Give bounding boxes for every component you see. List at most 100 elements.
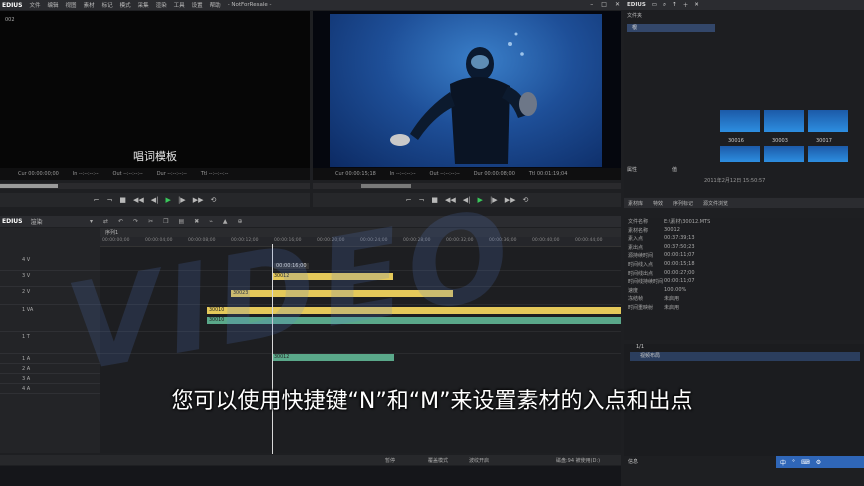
folder-icon[interactable]: ▭: [652, 2, 657, 8]
edius-window: EDIUS 文件 编辑 视图 素材 标记 模式 采集 渲染 工具 设置 帮助 -…: [0, 0, 864, 486]
delete-icon[interactable]: ✕: [694, 2, 699, 8]
step-back-icon[interactable]: ◀|: [463, 196, 471, 204]
recorder-monitor[interactable]: [313, 11, 621, 168]
step-back-icon[interactable]: ◀|: [151, 196, 159, 204]
ruler-tick: 00:00:16;00: [274, 238, 302, 243]
maximize-icon[interactable]: □: [601, 1, 607, 8]
paste-icon[interactable]: ▤: [179, 218, 185, 225]
tab-source-browser[interactable]: 源文件浏览: [703, 200, 728, 207]
keyboard-icon[interactable]: ⌨: [801, 459, 810, 466]
delete-icon[interactable]: ✖: [194, 218, 199, 225]
cut-icon[interactable]: ✂: [148, 218, 153, 225]
menu-tools[interactable]: 工具: [174, 1, 185, 9]
player-monitor[interactable]: 002 唱词模板: [0, 11, 310, 168]
ruler-tick: 00:00:12;00: [231, 238, 259, 243]
stop-icon[interactable]: ■: [431, 196, 438, 204]
clip[interactable]: 30023: [231, 290, 453, 297]
punctuation-icon[interactable]: °: [792, 459, 795, 466]
step-forward-icon[interactable]: |▶: [490, 196, 498, 204]
menu-edit[interactable]: 编辑: [48, 1, 59, 9]
menu-capture[interactable]: 采集: [138, 1, 149, 9]
menu-file[interactable]: 文件: [30, 1, 41, 9]
clip-thumbnail[interactable]: [720, 146, 760, 162]
loop-icon[interactable]: ⟲: [210, 196, 216, 204]
ruler-tick: 00:00:04;00: [145, 238, 173, 243]
app-logo: EDIUS: [627, 2, 646, 8]
timeline-tracks[interactable]: 00:00:16;00 30012 30023 30010 30010 3001…: [100, 247, 621, 453]
track-header-1a[interactable]: 1 A: [0, 354, 100, 364]
redo-icon[interactable]: ↷: [133, 218, 138, 225]
track-header-3v[interactable]: 3 V: [0, 271, 100, 287]
clip[interactable]: 30012: [272, 354, 394, 361]
clip-thumbnail[interactable]: [720, 110, 760, 132]
play-icon[interactable]: ▶: [478, 196, 483, 204]
menu-render[interactable]: 渲染: [156, 1, 167, 9]
track-header-1t[interactable]: 1 T: [0, 332, 100, 354]
tab-effects[interactable]: 特效: [653, 200, 663, 207]
render-menu[interactable]: 渲染: [31, 217, 43, 226]
set-in-icon[interactable]: ⌐: [94, 196, 100, 204]
set-out-icon[interactable]: ¬: [107, 196, 113, 204]
menu-view[interactable]: 视图: [66, 1, 77, 9]
effect-item[interactable]: 视频布局: [630, 352, 860, 361]
playhead[interactable]: [272, 244, 273, 454]
clip-thumbnail[interactable]: [764, 146, 804, 162]
rewind-icon[interactable]: ◀◀: [133, 196, 144, 204]
tab-markers[interactable]: 序列标记: [673, 200, 693, 207]
bin-toolbar: EDIUS ▭ ⌕ ↑ ＋ ✕: [624, 0, 864, 10]
tc-dur: Dur --:--:--:--: [156, 171, 187, 177]
tree-root[interactable]: 根: [627, 24, 715, 32]
prop-row: 源持续时间 00:00:11;07: [628, 252, 695, 260]
app-logo: EDIUS: [2, 218, 23, 225]
track-header-1va[interactable]: 1 VA: [0, 305, 100, 332]
fast-forward-icon[interactable]: ▶▶: [505, 196, 516, 204]
clip-thumbnail[interactable]: [764, 110, 804, 132]
stop-icon[interactable]: ■: [119, 196, 126, 204]
recorder-scrubber[interactable]: [313, 183, 621, 189]
prop-row: 素出点 00:37:50;23: [628, 243, 695, 251]
ime-indicator[interactable]: 中: [780, 458, 786, 467]
ripple-icon[interactable]: ⇄: [103, 218, 108, 225]
set-out-icon[interactable]: ¬: [419, 196, 425, 204]
step-forward-icon[interactable]: |▶: [178, 196, 186, 204]
clip[interactable]: 30010: [207, 317, 621, 324]
menu-mode[interactable]: 模式: [120, 1, 131, 9]
play-icon[interactable]: ▶: [166, 196, 171, 204]
player-scrubber[interactable]: [0, 183, 310, 189]
ruler-tick: 00:00:40;00: [532, 238, 560, 243]
clip[interactable]: 30010: [207, 307, 621, 314]
clip-thumbnail[interactable]: [808, 146, 848, 162]
thumb-label: 30016: [728, 138, 744, 144]
zoom-icon[interactable]: ⊕: [237, 218, 242, 225]
rewind-icon[interactable]: ◀◀: [445, 196, 456, 204]
clip[interactable]: 30012: [272, 273, 393, 280]
menu-help[interactable]: 帮助: [210, 1, 221, 9]
menu-marker[interactable]: 标记: [102, 1, 113, 9]
undo-icon[interactable]: ↶: [118, 218, 123, 225]
track-header-4v[interactable]: 4 V: [0, 255, 100, 271]
timeline-ruler[interactable]: 00:00:00;00 00:00:04;00 00:00:08;00 00:0…: [100, 237, 621, 247]
marker-icon[interactable]: ▲: [223, 218, 228, 225]
clip-thumbnail[interactable]: [808, 110, 848, 132]
fast-forward-icon[interactable]: ▶▶: [193, 196, 204, 204]
select-icon[interactable]: ▾: [90, 218, 93, 225]
tc-in: In --:--:--:--: [389, 171, 416, 177]
tc-cur: Cur 00:00:15;18: [335, 171, 376, 177]
snap-icon[interactable]: ⌁: [209, 218, 213, 225]
up-icon[interactable]: ↑: [672, 2, 677, 8]
track-header-2a[interactable]: 2 A: [0, 364, 100, 374]
loop-icon[interactable]: ⟲: [522, 196, 528, 204]
copy-icon[interactable]: ❐: [163, 218, 168, 225]
settings-icon[interactable]: ⚙: [816, 459, 821, 466]
menu-clip[interactable]: 素材: [84, 1, 95, 9]
close-icon[interactable]: ✕: [615, 1, 620, 8]
minimize-icon[interactable]: –: [590, 1, 593, 8]
search-icon[interactable]: ⌕: [663, 2, 666, 9]
menu-settings[interactable]: 设置: [192, 1, 203, 9]
tc-out: Out --:--:--:--: [429, 171, 460, 177]
track-header-2v[interactable]: 2 V: [0, 287, 100, 305]
set-in-icon[interactable]: ⌐: [406, 196, 412, 204]
tab-bin[interactable]: 素材库: [628, 200, 643, 207]
add-icon[interactable]: ＋: [683, 1, 689, 9]
sequence-tab[interactable]: 序列1: [100, 228, 621, 237]
